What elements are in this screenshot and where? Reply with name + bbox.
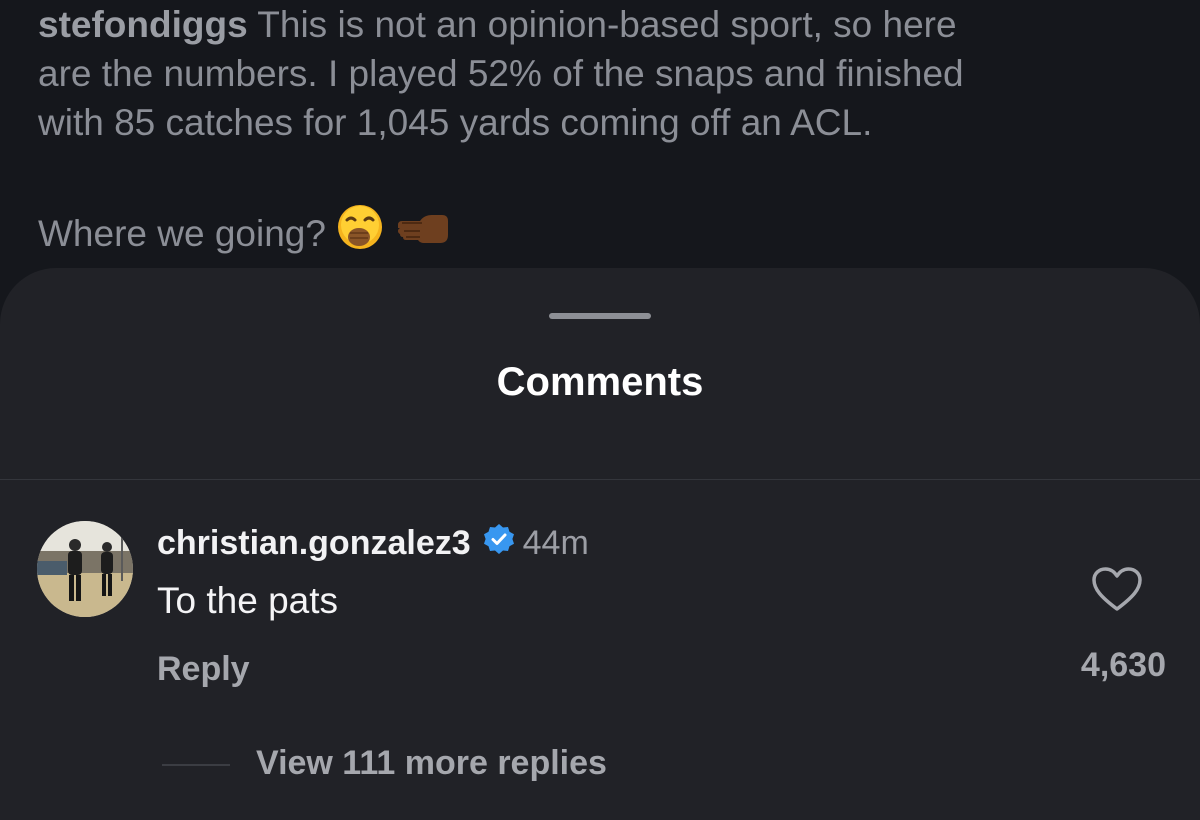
comment-text: To the pats [157,580,339,621]
avatar[interactable] [37,521,133,617]
replies-divider-line [162,764,230,766]
caption-question-line: Where we going? [38,203,452,265]
caption-line-2: are the numbers. I played 52% of the sna… [38,53,964,94]
comment-username[interactable]: christian.gonzalez3 [157,524,471,563]
comments-sheet: Comments christian.gonzalez3 44m To the … [0,268,1200,820]
heart-icon[interactable] [1091,566,1143,614]
caption-line-3: with 85 catches for 1,045 yards coming o… [38,102,873,143]
like-count: 4,630 [1080,646,1166,684]
sheet-grabber-handle[interactable] [549,313,651,319]
verified-badge-icon [483,523,515,564]
backhand-index-pointing-left-icon [394,205,452,263]
caption-username[interactable]: stefondiggs [38,4,248,45]
instagram-post-screen: stefondiggs This is not an opinion-based… [0,0,1200,820]
comment-header: christian.gonzalez3 44m [157,523,589,564]
caption-question-text: Where we going? [38,213,326,254]
caption-text-1: This is not an opinion-based sport, so h… [247,4,957,45]
comment-timestamp: 44m [522,524,589,562]
reply-button[interactable]: Reply [157,650,250,689]
sheet-title: Comments [496,360,704,404]
face-with-hand-over-mouth-icon [336,203,384,265]
sheet-divider [0,479,1200,480]
post-caption: stefondiggs This is not an opinion-based… [38,0,1168,147]
view-more-replies-button[interactable]: View 111 more replies [256,744,607,783]
caption-line-1: stefondiggs This is not an opinion-based… [38,0,1168,49]
